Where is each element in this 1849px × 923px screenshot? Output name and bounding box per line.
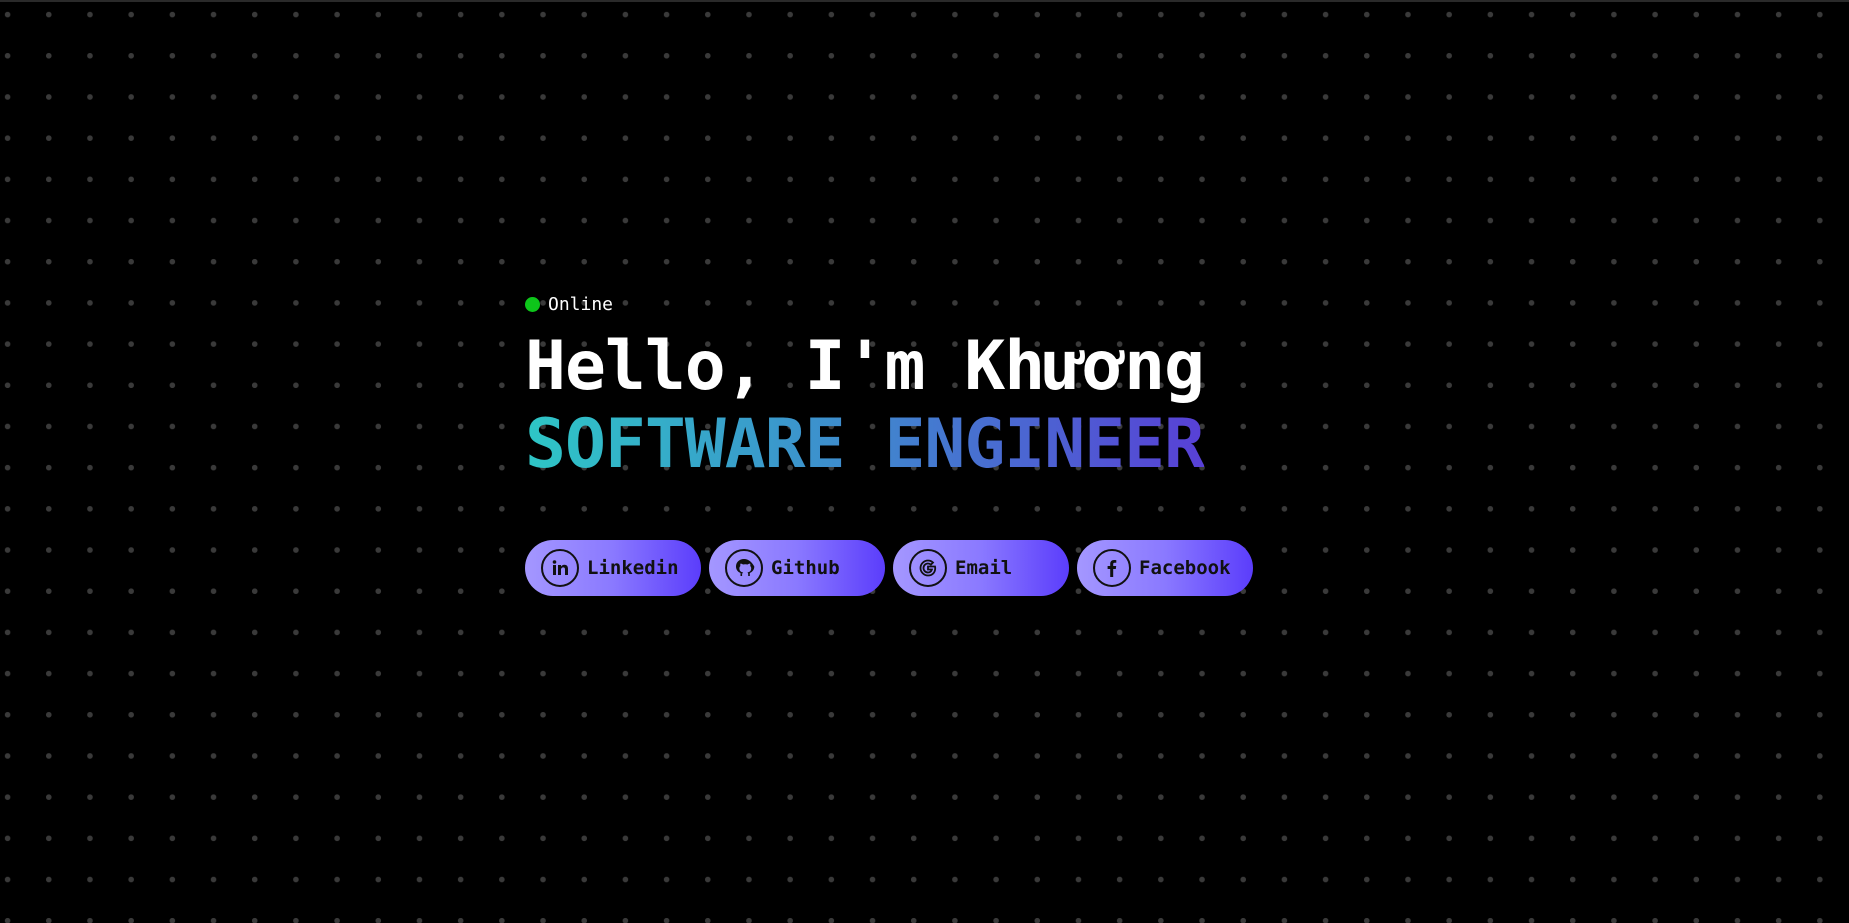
linkedin-icon [541,549,579,587]
online-status-dot [525,296,540,312]
facebook-icon [1093,549,1131,587]
github-icon [725,549,763,587]
google-icon [909,549,947,587]
email-button[interactable]: Email [893,540,1069,596]
github-label: Github [771,557,840,579]
linkedin-button[interactable]: Linkedin [525,540,701,596]
facebook-button[interactable]: Facebook [1077,540,1253,596]
social-links: Linkedin Github Email Facebook [525,540,1285,596]
status-label: Online [548,293,614,315]
linkedin-label: Linkedin [587,557,679,579]
hero-greeting: Hello, I'm Khương [525,327,1205,406]
github-button[interactable]: Github [709,540,885,596]
facebook-label: Facebook [1139,557,1231,579]
email-label: Email [955,557,1013,579]
hero-section: Online Hello, I'm Khương SOFTWARE ENGINE… [525,288,1285,596]
status-indicator: Online [525,288,1285,320]
hero-role: SOFTWARE ENGINEER [525,405,1205,484]
